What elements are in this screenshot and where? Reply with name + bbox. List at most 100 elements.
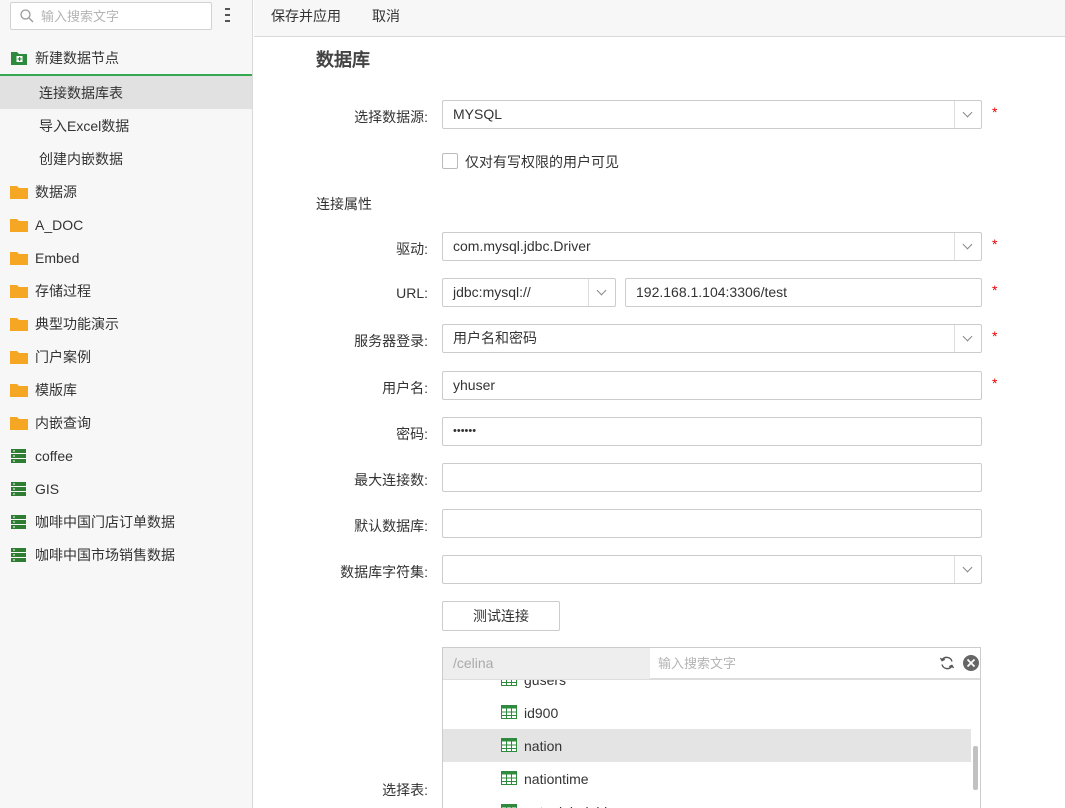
tree-node-label: 典型功能演示 — [35, 315, 119, 332]
chevron-down-icon[interactable] — [954, 233, 981, 260]
tree-folder-template[interactable]: 模版库 — [0, 373, 252, 406]
table-icon — [501, 680, 517, 686]
app-root: 新建数据节点 连接数据库表 导入Excel数据 创建内嵌数据 数据源 A_DOC — [0, 0, 1065, 808]
tree-folder-portal[interactable]: 门户案例 — [0, 340, 252, 373]
tree-node-label: Embed — [35, 249, 80, 266]
url-prefix-select[interactable]: jdbc:mysql:// — [442, 278, 616, 307]
writable-only-checkbox[interactable] — [442, 153, 458, 169]
folder-icon — [10, 218, 28, 232]
database-icon — [11, 514, 26, 529]
refresh-icon[interactable] — [939, 655, 955, 671]
required-mark: * — [992, 328, 998, 344]
table-list-item-label: gusers — [524, 680, 566, 688]
url-prefix-value: jdbc:mysql:// — [453, 284, 531, 300]
sidebar-search-input[interactable] — [41, 7, 207, 25]
tree-folder-datasource[interactable]: 数据源 — [0, 175, 252, 208]
toolbar: 保存并应用 取消 — [254, 0, 1065, 37]
table-list-item-label: nation — [524, 737, 563, 754]
chooser-search-input[interactable] — [658, 654, 918, 672]
charset-select[interactable] — [442, 555, 982, 584]
sidebar-search-box[interactable] — [10, 2, 212, 30]
folder-icon — [10, 317, 28, 331]
data-tree: 新建数据节点 连接数据库表 导入Excel数据 创建内嵌数据 数据源 A_DOC — [0, 41, 252, 571]
url-label: URL: — [396, 285, 428, 301]
folder-icon — [10, 383, 28, 397]
connection-form: 数据库 选择数据源: MYSQL * 仅对有写权限的用户可见 连接属性 驱动: … — [254, 37, 1065, 808]
tree-folder-stored-procedure[interactable]: 存储过程 — [0, 274, 252, 307]
folder-add-icon — [11, 51, 27, 65]
table-list-item[interactable]: natunlabel_bi — [443, 795, 971, 808]
table-list-item-selected[interactable]: nation — [443, 729, 971, 762]
search-icon — [20, 9, 34, 23]
required-mark: * — [992, 236, 998, 252]
max-connections-input[interactable] — [442, 463, 982, 492]
username-label: 用户名: — [382, 380, 428, 396]
chevron-down-icon[interactable] — [954, 556, 981, 583]
default-database-input[interactable] — [442, 509, 982, 538]
cancel-button[interactable]: 取消 — [372, 6, 400, 26]
required-mark: * — [992, 282, 998, 298]
tree-node-label: 创建内嵌数据 — [39, 150, 123, 167]
tree-node-label: 模版库 — [35, 381, 77, 398]
default-database-label: 默认数据库: — [354, 518, 428, 534]
tree-node-label: coffee — [35, 447, 73, 464]
driver-select[interactable]: com.mysql.jdbc.Driver — [442, 232, 982, 261]
tree-node-new-data[interactable]: 新建数据节点 — [0, 41, 252, 76]
tree-node-import-excel[interactable]: 导入Excel数据 — [0, 109, 252, 142]
tree-dataset-coffee-market-sales[interactable]: 咖啡中国市场销售数据 — [0, 538, 252, 571]
menu-icon[interactable] — [223, 8, 233, 24]
password-input[interactable]: •••••• — [442, 417, 982, 446]
table-list-item[interactable]: nationtime — [443, 762, 971, 795]
tree-folder-embed[interactable]: Embed — [0, 241, 252, 274]
username-value: yhuser — [453, 377, 496, 393]
tree-node-label: 存储过程 — [35, 282, 91, 299]
database-icon — [11, 547, 26, 562]
chooser-path: /celina — [443, 648, 650, 679]
table-list-item-label: nationtime — [524, 770, 589, 787]
table-icon — [501, 738, 517, 752]
datasource-select[interactable]: MYSQL — [442, 100, 982, 129]
table-list-item[interactable]: id900 — [443, 696, 971, 729]
charset-label: 数据库字符集: — [340, 564, 428, 580]
server-login-label: 服务器登录: — [354, 333, 428, 349]
test-connection-button[interactable]: 测试连接 — [442, 601, 560, 631]
tree-node-label: A_DOC — [35, 216, 84, 233]
tree-node-label: 咖啡中国门店订单数据 — [35, 513, 175, 530]
url-input[interactable]: 192.168.1.104:3306/test — [625, 278, 982, 307]
driver-value: com.mysql.jdbc.Driver — [453, 238, 591, 254]
sidebar: 新建数据节点 连接数据库表 导入Excel数据 创建内嵌数据 数据源 A_DOC — [0, 0, 253, 808]
tree-node-label: 导入Excel数据 — [39, 117, 130, 134]
table-icon — [501, 771, 517, 785]
username-input[interactable]: yhuser — [442, 371, 982, 400]
list-scrollbar[interactable] — [973, 746, 978, 790]
table-list[interactable]: gusers id900 nation nationtime natunlabe… — [443, 680, 980, 808]
select-table-label: 选择表: — [382, 782, 428, 798]
tree-dataset-coffee-store-orders[interactable]: 咖啡中国门店订单数据 — [0, 505, 252, 538]
tree-node-label: 门户案例 — [35, 348, 91, 365]
server-login-select[interactable]: 用户名和密码 — [442, 324, 982, 353]
tree-dataset-gis[interactable]: GIS — [0, 472, 252, 505]
datasource-label: 选择数据源: — [354, 109, 428, 125]
required-mark: * — [992, 375, 998, 391]
tree-node-connect-db-table[interactable]: 连接数据库表 — [0, 76, 252, 109]
clear-icon[interactable] — [962, 654, 980, 672]
url-value: 192.168.1.104:3306/test — [636, 284, 788, 300]
chooser-search-box[interactable] — [650, 648, 980, 679]
tree-folder-a-doc[interactable]: A_DOC — [0, 208, 252, 241]
tree-dataset-coffee[interactable]: coffee — [0, 439, 252, 472]
writable-only-label: 仅对有写权限的用户可见 — [465, 154, 619, 170]
folder-icon — [10, 284, 28, 298]
tree-node-label: 数据源 — [35, 183, 77, 200]
chevron-down-icon[interactable] — [588, 279, 615, 306]
save-apply-button[interactable]: 保存并应用 — [271, 6, 341, 26]
tree-node-create-embedded[interactable]: 创建内嵌数据 — [0, 142, 252, 175]
tree-folder-demo[interactable]: 典型功能演示 — [0, 307, 252, 340]
chevron-down-icon[interactable] — [954, 101, 981, 128]
table-list-item[interactable]: gusers — [443, 680, 971, 696]
table-list-item-label: natunlabel_bi — [524, 804, 607, 808]
chevron-down-icon[interactable] — [954, 325, 981, 352]
tree-folder-embedded-query[interactable]: 内嵌查询 — [0, 406, 252, 439]
server-login-value: 用户名和密码 — [453, 330, 537, 346]
table-icon — [501, 804, 517, 808]
section-title-connection: 连接属性 — [316, 196, 372, 212]
